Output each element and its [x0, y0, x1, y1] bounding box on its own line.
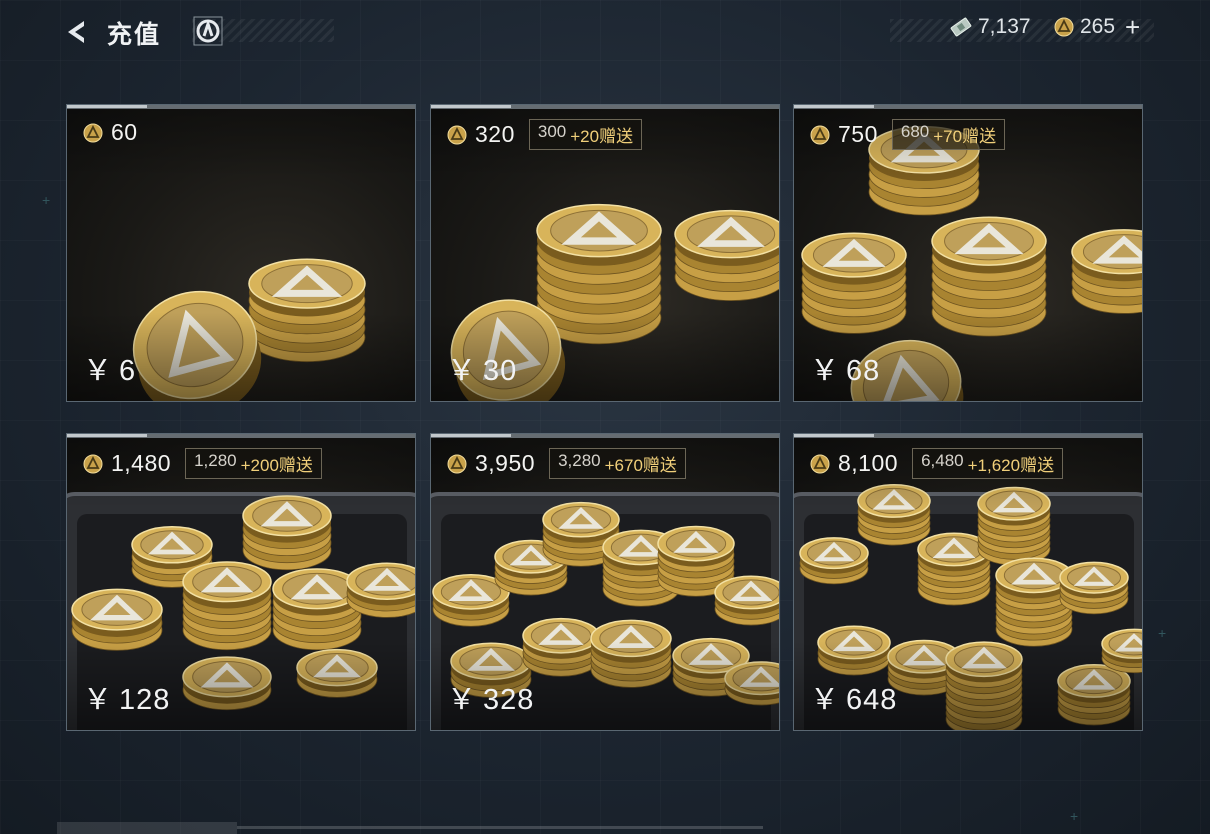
bonus-extra: +20赠送 [570, 127, 634, 146]
product-card[interactable]: 3,950 3,280 +670赠送 ￥ 328 [430, 433, 780, 731]
coin-amount: 1,480 [111, 450, 172, 476]
decor-plus: + [1158, 625, 1167, 641]
coin-icon [1054, 17, 1074, 37]
price-value: 128 [119, 684, 171, 716]
ticket-balance: 7,137 [950, 15, 1031, 39]
card-top-accent [431, 434, 511, 437]
game-logo-icon [193, 16, 223, 46]
currency-symbol: ￥ [810, 684, 841, 716]
currency-symbol: ￥ [447, 355, 478, 387]
currency-symbol: ￥ [83, 355, 114, 387]
price-label: ￥ 648 [810, 676, 897, 718]
coin-amount: 8,100 [838, 450, 899, 476]
coin-amount: 60 [111, 119, 138, 145]
coin-icon [83, 454, 103, 473]
bonus-extra: +70赠送 [933, 127, 997, 146]
ticket-amount: 7,137 [978, 15, 1031, 38]
product-card[interactable]: 8,100 6,480 +1,620赠送 ￥ 648 [793, 433, 1143, 731]
scrollbar-thumb[interactable] [57, 822, 237, 834]
scrollbar[interactable] [57, 820, 763, 834]
currency-symbol: ￥ [810, 355, 841, 387]
page-title: 充值 [107, 21, 162, 49]
coin-amount: 320 [475, 121, 515, 147]
add-currency-button[interactable]: + [1125, 14, 1140, 40]
price-label: ￥ 6 [83, 347, 136, 389]
price-label: ￥ 30 [447, 347, 517, 389]
ticket-icon [950, 17, 972, 37]
amount-row: 60 [83, 119, 138, 146]
bonus-extra: +200赠送 [240, 456, 313, 475]
bonus-badge: 3,280 +670赠送 [549, 448, 686, 479]
product-card[interactable]: 320 300 +20赠送 ￥ 30 [430, 104, 780, 402]
price-value: 6 [119, 355, 137, 387]
amount-row: 8,100 6,480 +1,620赠送 [810, 448, 1064, 479]
bonus-base: 300 [537, 122, 567, 141]
amount-row: 1,480 1,280 +200赠送 [83, 448, 322, 479]
bonus-base: 6,480 [921, 451, 964, 470]
decor-plus: + [1070, 808, 1079, 824]
bonus-base: 1,280 [194, 451, 237, 470]
bonus-base: 3,280 [558, 451, 601, 470]
back-arrow-icon [68, 21, 84, 43]
currency-symbol: ￥ [447, 684, 478, 716]
currency-symbol: ￥ [83, 684, 114, 716]
top-bar: 充值 7,137 265 + [0, 0, 1210, 64]
card-top-accent [794, 434, 874, 437]
bonus-badge: 1,280 +200赠送 [185, 448, 322, 479]
amount-row: 750 680 +70赠送 [810, 119, 1006, 150]
card-top-accent [431, 105, 511, 108]
bonus-badge: 300 +20赠送 [528, 119, 643, 150]
price-value: 68 [846, 355, 881, 387]
price-value: 648 [846, 684, 898, 716]
coin-icon [447, 125, 467, 144]
card-top-accent [67, 434, 147, 437]
back-button[interactable] [62, 16, 94, 48]
coin-icon [447, 454, 467, 473]
bonus-badge: 680 +70赠送 [891, 119, 1006, 150]
price-value: 328 [483, 684, 535, 716]
product-card[interactable]: 750 680 +70赠送 ￥ 68 [793, 104, 1143, 402]
card-top-accent [67, 105, 147, 108]
game-logo-button[interactable] [193, 16, 223, 46]
price-label: ￥ 68 [810, 347, 880, 389]
product-card[interactable]: 60 ￥ 6 [66, 104, 416, 402]
bonus-base: 680 [900, 122, 930, 141]
coin-amount: 265 [1080, 15, 1116, 38]
coin-icon [810, 454, 830, 473]
amount-row: 3,950 3,280 +670赠送 [447, 448, 686, 479]
coin-balance: 265 + [1054, 14, 1140, 40]
decor-plus: + [42, 192, 51, 208]
price-value: 30 [483, 355, 518, 387]
product-card[interactable]: 1,480 1,280 +200赠送 ￥ 128 [66, 433, 416, 731]
card-top-accent [794, 105, 874, 108]
coin-icon [810, 125, 830, 144]
bonus-extra: +1,620赠送 [967, 456, 1055, 475]
bonus-extra: +670赠送 [604, 456, 677, 475]
price-label: ￥ 128 [83, 676, 170, 718]
coin-amount: 3,950 [475, 450, 536, 476]
coin-amount: 750 [838, 121, 878, 147]
bonus-badge: 6,480 +1,620赠送 [912, 448, 1064, 479]
coin-icon [83, 123, 103, 142]
price-label: ￥ 328 [447, 676, 534, 718]
scrollbar-track [237, 826, 763, 829]
amount-row: 320 300 +20赠送 [447, 119, 643, 150]
